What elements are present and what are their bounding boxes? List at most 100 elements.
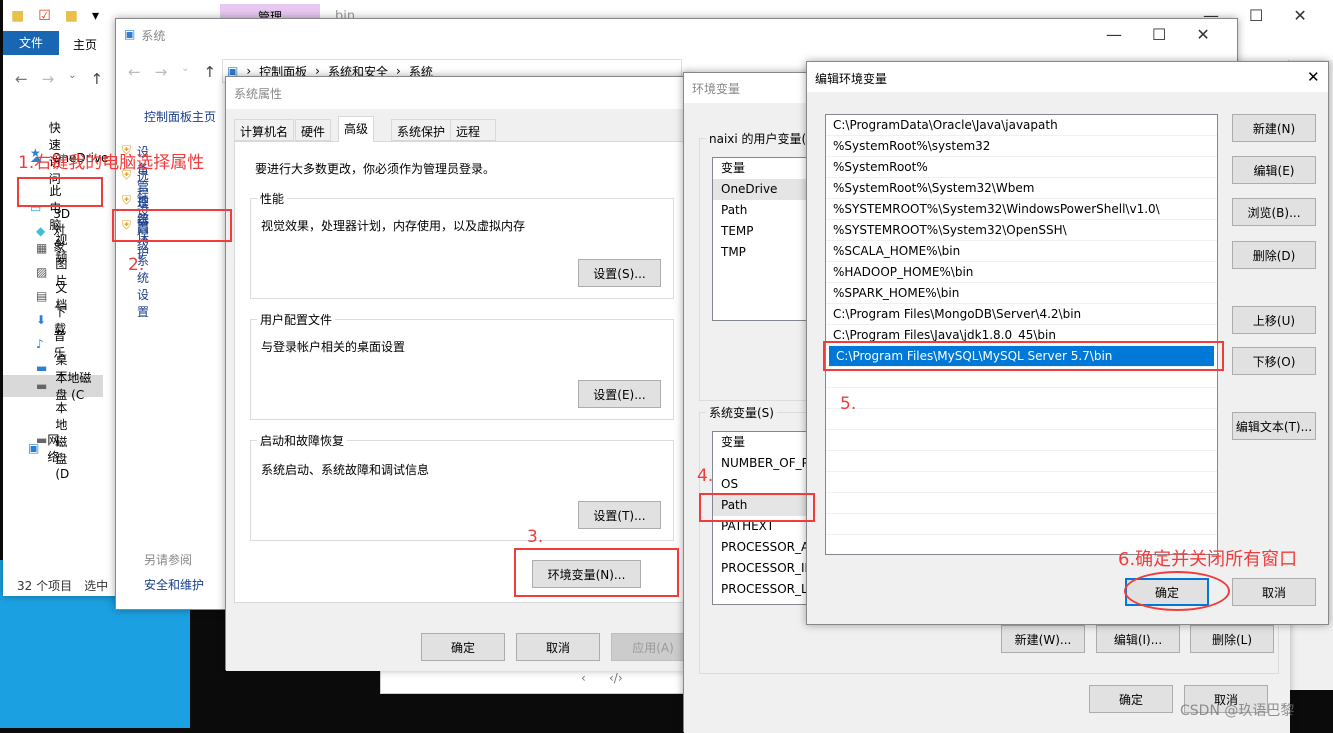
delete-system-variable-button[interactable]: 删除(L): [1190, 625, 1274, 653]
nav-item[interactable]: ▣ 网络: [28, 431, 62, 465]
annotation-step2: 2.: [128, 255, 145, 275]
annotation-step6: 6.确定并关闭所有窗口: [1118, 549, 1298, 570]
dialog-title: 系统属性: [234, 87, 283, 101]
item-count: 32 个项目: [17, 579, 73, 593]
delete-button[interactable]: 删除(D): [1232, 241, 1316, 269]
window-controls: — ☐ ✕: [1106, 25, 1210, 44]
see-also-label: 另请参阅: [144, 553, 193, 567]
nav-buttons: ← → ⌄ ↑: [15, 70, 103, 88]
path-item[interactable]: %HADOOP_HOME%\bin: [826, 262, 1217, 283]
quick-access-toolbar: ■ ☑ ■ ▾: [11, 8, 99, 24]
ribbon-home-tab[interactable]: 主页: [73, 36, 97, 53]
maximize-icon[interactable]: ☐: [1249, 6, 1263, 25]
ok-button[interactable]: 确定: [421, 633, 505, 661]
ok-button[interactable]: 确定: [1089, 685, 1173, 713]
edit-button[interactable]: 编辑(E): [1232, 156, 1316, 184]
empty-row: [826, 388, 1217, 409]
group-desc: 与登录帐户相关的桌面设置: [261, 340, 406, 354]
picture-icon: ▨: [36, 265, 48, 279]
new-button[interactable]: 新建(N): [1232, 114, 1316, 142]
security-maintenance-link[interactable]: 安全和维护: [144, 576, 204, 593]
watermark: CSDN @玖语巴黎: [1180, 703, 1295, 719]
startup-recovery-group: 启动和故障恢复 系统启动、系统故障和调试信息 设置(T)...: [250, 432, 674, 541]
close-icon[interactable]: ✕: [1307, 68, 1320, 86]
download-icon: ⬇: [36, 313, 47, 327]
annotation-box-path: [699, 493, 815, 522]
tab-panel: 要进行大多数更改，你必须作为管理员登录。 性能 视觉效果，处理器计划，内存使用，…: [234, 141, 684, 603]
performance-settings-button[interactable]: 设置(S)...: [578, 259, 661, 287]
annotation-step1: 1.右键我的电脑选择属性: [18, 153, 205, 173]
back-icon[interactable]: ←: [15, 70, 28, 88]
group-legend: 性能: [257, 190, 288, 207]
folder-icon[interactable]: ■: [11, 8, 24, 24]
path-list[interactable]: C:\ProgramData\Oracle\Java\javapath %Syst…: [825, 114, 1218, 555]
empty-row: [826, 514, 1217, 535]
path-item[interactable]: C:\ProgramData\Oracle\Java\javapath: [826, 115, 1217, 136]
chevron-left-icon[interactable]: ‹: [581, 671, 586, 685]
group-legend: 用户配置文件: [257, 311, 336, 328]
annotation-box-env-button: [514, 548, 679, 597]
path-item[interactable]: %SYSTEMROOT%\System32\WindowsPowerShell\…: [826, 199, 1217, 220]
properties-icon[interactable]: ☑: [38, 8, 51, 24]
group-desc: 视觉效果，处理器计划，内存使用，以及虚拟内存: [261, 219, 526, 233]
chevron-down-icon[interactable]: ⌄: [181, 63, 189, 81]
folder-icon[interactable]: ■: [65, 8, 78, 24]
new-system-variable-button[interactable]: 新建(W)...: [1001, 625, 1085, 653]
status-bar: 32 个项目 选中: [17, 577, 108, 594]
forward-icon[interactable]: →: [155, 63, 168, 81]
cancel-button[interactable]: 取消: [516, 633, 600, 661]
up-icon[interactable]: ↑: [204, 63, 217, 81]
admin-note: 要进行大多数更改，你必须作为管理员登录。: [255, 162, 496, 176]
path-item[interactable]: %SPARK_HOME%\bin: [826, 283, 1217, 304]
document-icon: ▤: [36, 289, 48, 303]
path-item[interactable]: %SYSTEMROOT%\System32\OpenSSH\: [826, 220, 1217, 241]
path-item[interactable]: C:\Program Files\MongoDB\Server\4.2\bin: [826, 304, 1217, 325]
group-legend: 启动和故障恢复: [257, 432, 348, 449]
desktop-icon: ▬: [36, 361, 48, 375]
tab-computer-name[interactable]: 计算机名: [234, 119, 295, 141]
edit-text-button[interactable]: 编辑文本(T)...: [1232, 412, 1316, 440]
edit-system-variable-button[interactable]: 编辑(I)...: [1096, 625, 1180, 653]
annotation-step5: 5.: [840, 394, 857, 414]
close-icon[interactable]: ✕: [1196, 25, 1209, 44]
close-icon[interactable]: ✕: [1293, 6, 1306, 25]
profile-settings-button[interactable]: 设置(E)...: [578, 380, 661, 408]
dialog-title-bar: 编辑环境变量 ✕: [807, 62, 1328, 92]
move-up-button[interactable]: 上移(U): [1232, 306, 1316, 334]
maximize-icon[interactable]: ☐: [1152, 25, 1166, 44]
browse-button[interactable]: 浏览(B)...: [1232, 198, 1316, 226]
cancel-button[interactable]: 取消: [1232, 578, 1316, 606]
tab-remote[interactable]: 远程: [450, 119, 496, 141]
code-icon[interactable]: ‹/›: [609, 671, 623, 685]
video-icon: ▦: [36, 241, 48, 255]
drive-icon: ▬: [36, 379, 48, 393]
up-icon[interactable]: ↑: [91, 70, 104, 88]
path-item[interactable]: %SystemRoot%\system32: [826, 136, 1217, 157]
startup-settings-button[interactable]: 设置(T)...: [578, 501, 661, 529]
empty-row: [826, 493, 1217, 514]
annotation-step4: 4.: [697, 466, 714, 486]
user-profile-group: 用户配置文件 与登录帐户相关的桌面设置 设置(E)...: [250, 311, 674, 420]
ribbon-file-tab[interactable]: 文件: [3, 31, 59, 55]
chevron-down-icon[interactable]: ▾: [92, 8, 99, 24]
move-down-button[interactable]: 下移(O): [1232, 347, 1316, 375]
nav-item[interactable]: ▬ 本地磁盘 (C: [3, 371, 103, 402]
performance-group: 性能 视觉效果，处理器计划，内存使用，以及虚拟内存 设置(S)...: [250, 190, 674, 299]
forward-icon[interactable]: →: [42, 70, 55, 88]
back-icon[interactable]: ←: [128, 63, 141, 81]
tab-hardware[interactable]: 硬件: [295, 119, 332, 141]
nav-buttons: ← → ⌄ ↑: [128, 63, 216, 81]
path-item[interactable]: %SystemRoot%: [826, 157, 1217, 178]
empty-row: [826, 472, 1217, 493]
tab-system-protection[interactable]: 系统保护: [391, 119, 452, 141]
annotation-box-mysql-path: [823, 341, 1224, 371]
tab-advanced[interactable]: 高级: [338, 116, 375, 142]
music-icon: ♪: [36, 337, 44, 351]
empty-row: [826, 430, 1217, 451]
minimize-icon[interactable]: —: [1106, 25, 1122, 44]
chevron-down-icon[interactable]: ⌄: [68, 70, 76, 88]
annotation-box-this-pc: [17, 177, 103, 207]
path-item[interactable]: %SystemRoot%\System32\Wbem: [826, 178, 1217, 199]
path-item[interactable]: %SCALA_HOME%\bin: [826, 241, 1217, 262]
control-panel-home-link[interactable]: 控制面板主页: [144, 108, 216, 125]
